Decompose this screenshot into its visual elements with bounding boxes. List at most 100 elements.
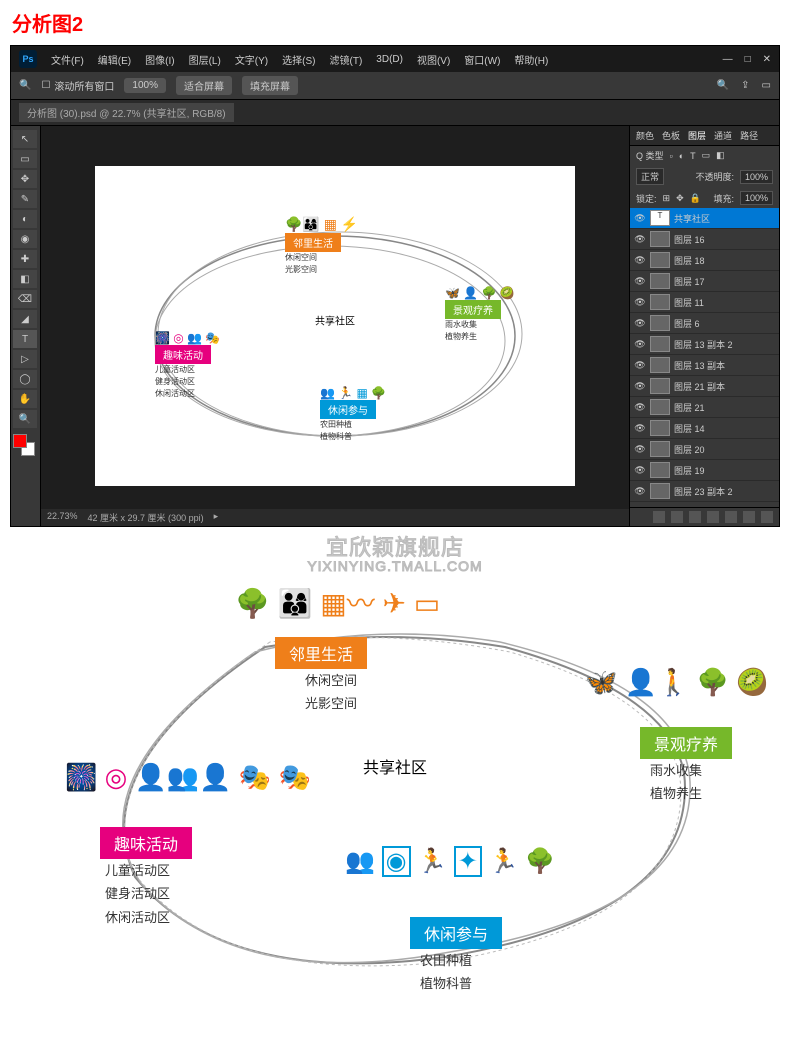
tab-swatch[interactable]: 色板 [662, 129, 680, 142]
menu-layer[interactable]: 图层(L) [189, 52, 221, 67]
filter-type-icon[interactable]: T [690, 151, 696, 161]
layer-row[interactable]: 👁 图层 23 副本 2 [630, 481, 779, 502]
blend-mode-select[interactable]: 正常 [636, 168, 664, 185]
layer-name[interactable]: 图层 21 副本 [674, 380, 725, 393]
link-layers-icon[interactable] [653, 511, 665, 523]
menu-view[interactable]: 视图(V) [417, 52, 450, 67]
fill-input[interactable]: 100% [740, 191, 773, 205]
menu-select[interactable]: 选择(S) [282, 52, 315, 67]
lock-pos-icon[interactable]: ✥ [676, 193, 684, 204]
layer-row[interactable]: 👁 图层 13 副本 2 [630, 334, 779, 355]
color-swatch[interactable] [13, 434, 35, 456]
document-tab[interactable]: 分析图 (30).psd @ 22.7% (共享社区, RGB/8) [19, 103, 234, 122]
mask-icon[interactable] [689, 511, 701, 523]
layer-name[interactable]: 图层 11 [674, 296, 704, 309]
fit-screen-button[interactable]: 适合屏幕 [176, 76, 232, 95]
canvas-area[interactable]: 🌳👨‍👩‍👦 ▦ ⚡ 邻里生活 休闲空间 光影空间 🎆 ◎ 👥 🎭 趣味活动 儿… [41, 126, 629, 526]
menu-type[interactable]: 文字(Y) [235, 52, 268, 67]
lock-pad-icon[interactable]: 🔒 [690, 193, 701, 204]
tool-heal[interactable]: ✚ [13, 250, 37, 268]
layer-row[interactable]: 👁 图层 11 [630, 292, 779, 313]
visibility-icon[interactable]: 👁 [634, 485, 646, 497]
visibility-icon[interactable]: 👁 [634, 401, 646, 413]
visibility-icon[interactable]: 👁 [634, 380, 646, 392]
visibility-icon[interactable]: 👁 [634, 233, 646, 245]
tool-pen[interactable]: ▷ [13, 350, 37, 368]
status-chevron-icon[interactable]: ▸ [214, 511, 219, 524]
layer-name[interactable]: 共享社区 [674, 212, 710, 225]
tool-hand[interactable]: ✋ [13, 390, 37, 408]
tool-zoom[interactable]: 🔍 [13, 410, 37, 428]
visibility-icon[interactable]: 👁 [634, 317, 646, 329]
layer-name[interactable]: 图层 20 [674, 443, 705, 456]
layer-name[interactable]: 图层 23 副本 2 [674, 485, 733, 498]
filter-adj-icon[interactable]: ◐ [679, 151, 684, 161]
tool-move[interactable]: ↖ [13, 130, 37, 148]
layer-row[interactable]: 👁 图层 6 [630, 313, 779, 334]
tool-crop[interactable]: ◐ [13, 210, 37, 228]
trash-icon[interactable] [761, 511, 773, 523]
menu-image[interactable]: 图像(I) [145, 52, 174, 67]
layer-row[interactable]: 👁 图层 13 副本 [630, 355, 779, 376]
tool-eraser[interactable]: ⌫ [13, 290, 37, 308]
tool-shape[interactable]: ◯ [13, 370, 37, 388]
visibility-icon[interactable]: 👁 [634, 296, 646, 308]
opacity-input[interactable]: 100% [740, 170, 773, 184]
close-icon[interactable]: ✕ [763, 54, 771, 65]
layer-row[interactable]: 👁 图层 14 [630, 418, 779, 439]
tool-marquee[interactable]: ▭ [13, 150, 37, 168]
layer-name[interactable]: 图层 18 [674, 254, 705, 267]
visibility-icon[interactable]: 👁 [634, 212, 646, 224]
layer-name[interactable]: 图层 6 [674, 317, 700, 330]
lock-all-icon[interactable]: ⊞ [663, 193, 671, 204]
tool-wand[interactable]: ✎ [13, 190, 37, 208]
tab-color[interactable]: 颜色 [636, 129, 654, 142]
menu-file[interactable]: 文件(F) [51, 52, 84, 67]
layer-row[interactable]: 👁 图层 21 副本 [630, 376, 779, 397]
menu-3d[interactable]: 3D(D) [376, 54, 403, 65]
layer-name[interactable]: 图层 14 [674, 422, 705, 435]
visibility-icon[interactable]: 👁 [634, 359, 646, 371]
layer-name[interactable]: 图层 13 副本 2 [674, 338, 733, 351]
layer-name[interactable]: 图层 13 副本 [674, 359, 725, 372]
layer-name[interactable]: 图层 21 [674, 401, 705, 414]
zoom-100-button[interactable]: 100% [124, 78, 166, 93]
visibility-icon[interactable]: 👁 [634, 464, 646, 476]
menu-filter[interactable]: 滤镜(T) [330, 52, 363, 67]
tab-paths[interactable]: 路径 [740, 129, 758, 142]
share-icon[interactable]: ⇪ [741, 80, 749, 91]
tool-lasso[interactable]: ✥ [13, 170, 37, 188]
menu-edit[interactable]: 编辑(E) [98, 52, 131, 67]
visibility-icon[interactable]: 👁 [634, 254, 646, 266]
layer-row[interactable]: 👁 图层 20 [630, 439, 779, 460]
filter-img-icon[interactable]: ▫ [670, 151, 673, 161]
visibility-icon[interactable]: 👁 [634, 422, 646, 434]
visibility-icon[interactable]: 👁 [634, 275, 646, 287]
tool-eyedrop[interactable]: ◉ [13, 230, 37, 248]
layer-row-active[interactable]: 👁 T 共享社区 [630, 208, 779, 229]
tool-gradient[interactable]: ◢ [13, 310, 37, 328]
layer-name[interactable]: 图层 19 [674, 464, 705, 477]
visibility-icon[interactable]: 👁 [634, 443, 646, 455]
layer-row[interactable]: 👁图层 16 [630, 229, 779, 250]
tab-layers[interactable]: 图层 [688, 129, 706, 142]
scroll-all-windows-check[interactable]: ☐ 滚动所有窗口 [41, 78, 114, 93]
workspace-icon[interactable]: ▭ [762, 80, 771, 91]
group-icon[interactable] [725, 511, 737, 523]
visibility-icon[interactable]: 👁 [634, 338, 646, 350]
zoom-readout[interactable]: 22.73% [47, 511, 78, 524]
adj-icon[interactable] [707, 511, 719, 523]
layer-row[interactable]: 👁 图层 17 [630, 271, 779, 292]
filter-smart-icon[interactable]: ◧ [716, 150, 725, 161]
tool-brush[interactable]: ◧ [13, 270, 37, 288]
layer-row[interactable]: 👁 图层 18 [630, 250, 779, 271]
tool-type[interactable]: T [13, 330, 37, 348]
tab-channels[interactable]: 通道 [714, 129, 732, 142]
layer-row[interactable]: 👁 图层 19 [630, 460, 779, 481]
menu-help[interactable]: 帮助(H) [514, 52, 548, 67]
new-layer-icon[interactable] [743, 511, 755, 523]
minimize-icon[interactable]: — [723, 54, 733, 65]
filter-shape-icon[interactable]: ▭ [702, 150, 711, 161]
menu-window[interactable]: 窗口(W) [464, 52, 500, 67]
layer-name[interactable]: 图层 17 [674, 275, 705, 288]
